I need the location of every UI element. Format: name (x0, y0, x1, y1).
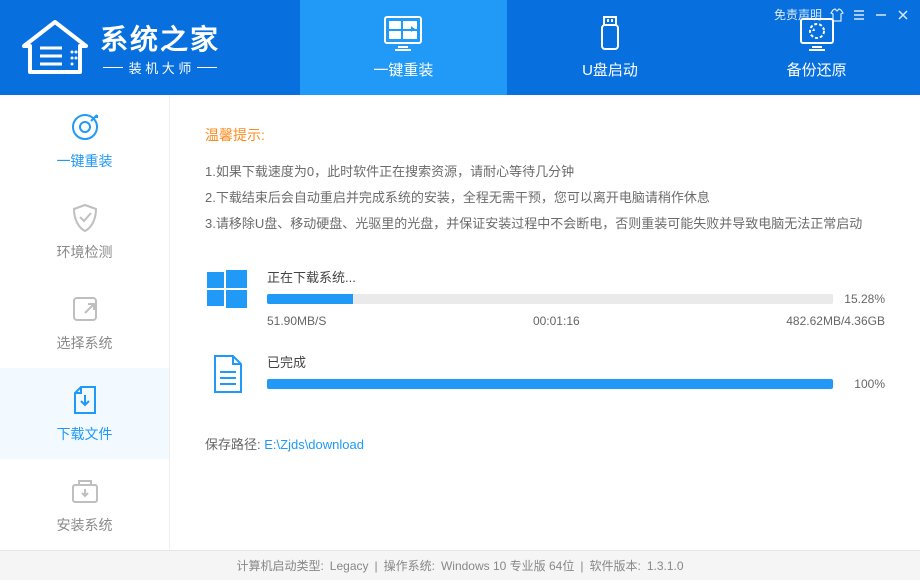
software-version: 1.3.1.0 (647, 559, 684, 573)
tab-usb[interactable]: U盘启动 (507, 0, 714, 95)
target-icon (69, 111, 101, 143)
sidebar-item-select[interactable]: 选择系统 (0, 277, 169, 368)
download-icon (69, 384, 101, 416)
sidebar-item-install[interactable]: 安装系统 (0, 459, 169, 550)
select-icon (69, 293, 101, 325)
download-label: 正在下载系统... (267, 267, 885, 286)
download-percent: 15.28% (841, 292, 885, 306)
windows-icon (205, 267, 249, 311)
logo-area: 系统之家 装 机 大 师 (0, 0, 300, 95)
tips-title: 温馨提示: (205, 125, 885, 145)
download-speed: 51.90MB/S (267, 314, 326, 328)
done-percent: 100% (841, 377, 885, 391)
monitor-icon (383, 15, 423, 51)
logo-subtitle: 装 机 大 师 (100, 58, 220, 77)
os-version: Windows 10 专业版 64位 (441, 557, 574, 574)
close-icon[interactable] (896, 8, 910, 22)
tab-reinstall[interactable]: 一键重装 (300, 0, 507, 95)
titlebar-controls: 免责声明 (774, 6, 910, 23)
sidebar: 一键重装 环境检测 选择系统 下载文件 安装系统 (0, 95, 170, 550)
menu-icon[interactable] (852, 8, 866, 22)
house-icon (20, 18, 90, 78)
main-content: 温馨提示: 1.如果下载速度为0，此时软件正在搜索资源，请耐心等待几分钟 2.下… (170, 95, 920, 550)
sidebar-item-download[interactable]: 下载文件 (0, 368, 169, 459)
download-size: 482.62MB/4.36GB (786, 314, 885, 328)
tips-line-1: 1.如果下载速度为0，此时软件正在搜索资源，请耐心等待几分钟 (205, 159, 885, 185)
download-elapsed: 00:01:16 (533, 314, 580, 328)
sidebar-item-reinstall[interactable]: 一键重装 (0, 95, 169, 186)
logo-title: 系统之家 (100, 18, 220, 58)
download-progress (267, 294, 833, 304)
document-icon (205, 352, 249, 396)
download-block: 正在下载系统... 15.28% 51.90MB/S 00:01:16 482.… (205, 267, 885, 328)
install-icon (69, 475, 101, 507)
save-path-value[interactable]: E:\Zjds\download (264, 437, 364, 452)
done-block: 已完成 100% (205, 352, 885, 396)
sidebar-item-envcheck[interactable]: 环境检测 (0, 186, 169, 277)
minimize-icon[interactable] (874, 8, 888, 22)
tips-line-2: 2.下载结束后会自动重启并完成系统的安装，全程无需干预，您可以离开电脑请稍作休息 (205, 185, 885, 211)
done-label: 已完成 (267, 352, 885, 371)
footer: 计算机启动类型: Legacy | 操作系统: Windows 10 专业版 6… (0, 550, 920, 580)
tips-line-3: 3.请移除U盘、移动硬盘、光驱里的光盘，并保证安装过程中不会断电，否则重装可能失… (205, 211, 885, 237)
shield-icon (69, 202, 101, 234)
done-progress (267, 379, 833, 389)
header: 系统之家 装 机 大 师 一键重装 U盘启动 备份还原 免责声明 (0, 0, 920, 95)
save-path: 保存路径: E:\Zjds\download (205, 434, 885, 453)
body: 一键重装 环境检测 选择系统 下载文件 安装系统 温馨提示: 1.如果下载速度为… (0, 95, 920, 550)
usb-icon (590, 15, 630, 51)
disclaimer-link[interactable]: 免责声明 (774, 6, 822, 23)
boot-type: Legacy (330, 559, 369, 573)
shirt-icon[interactable] (830, 8, 844, 22)
